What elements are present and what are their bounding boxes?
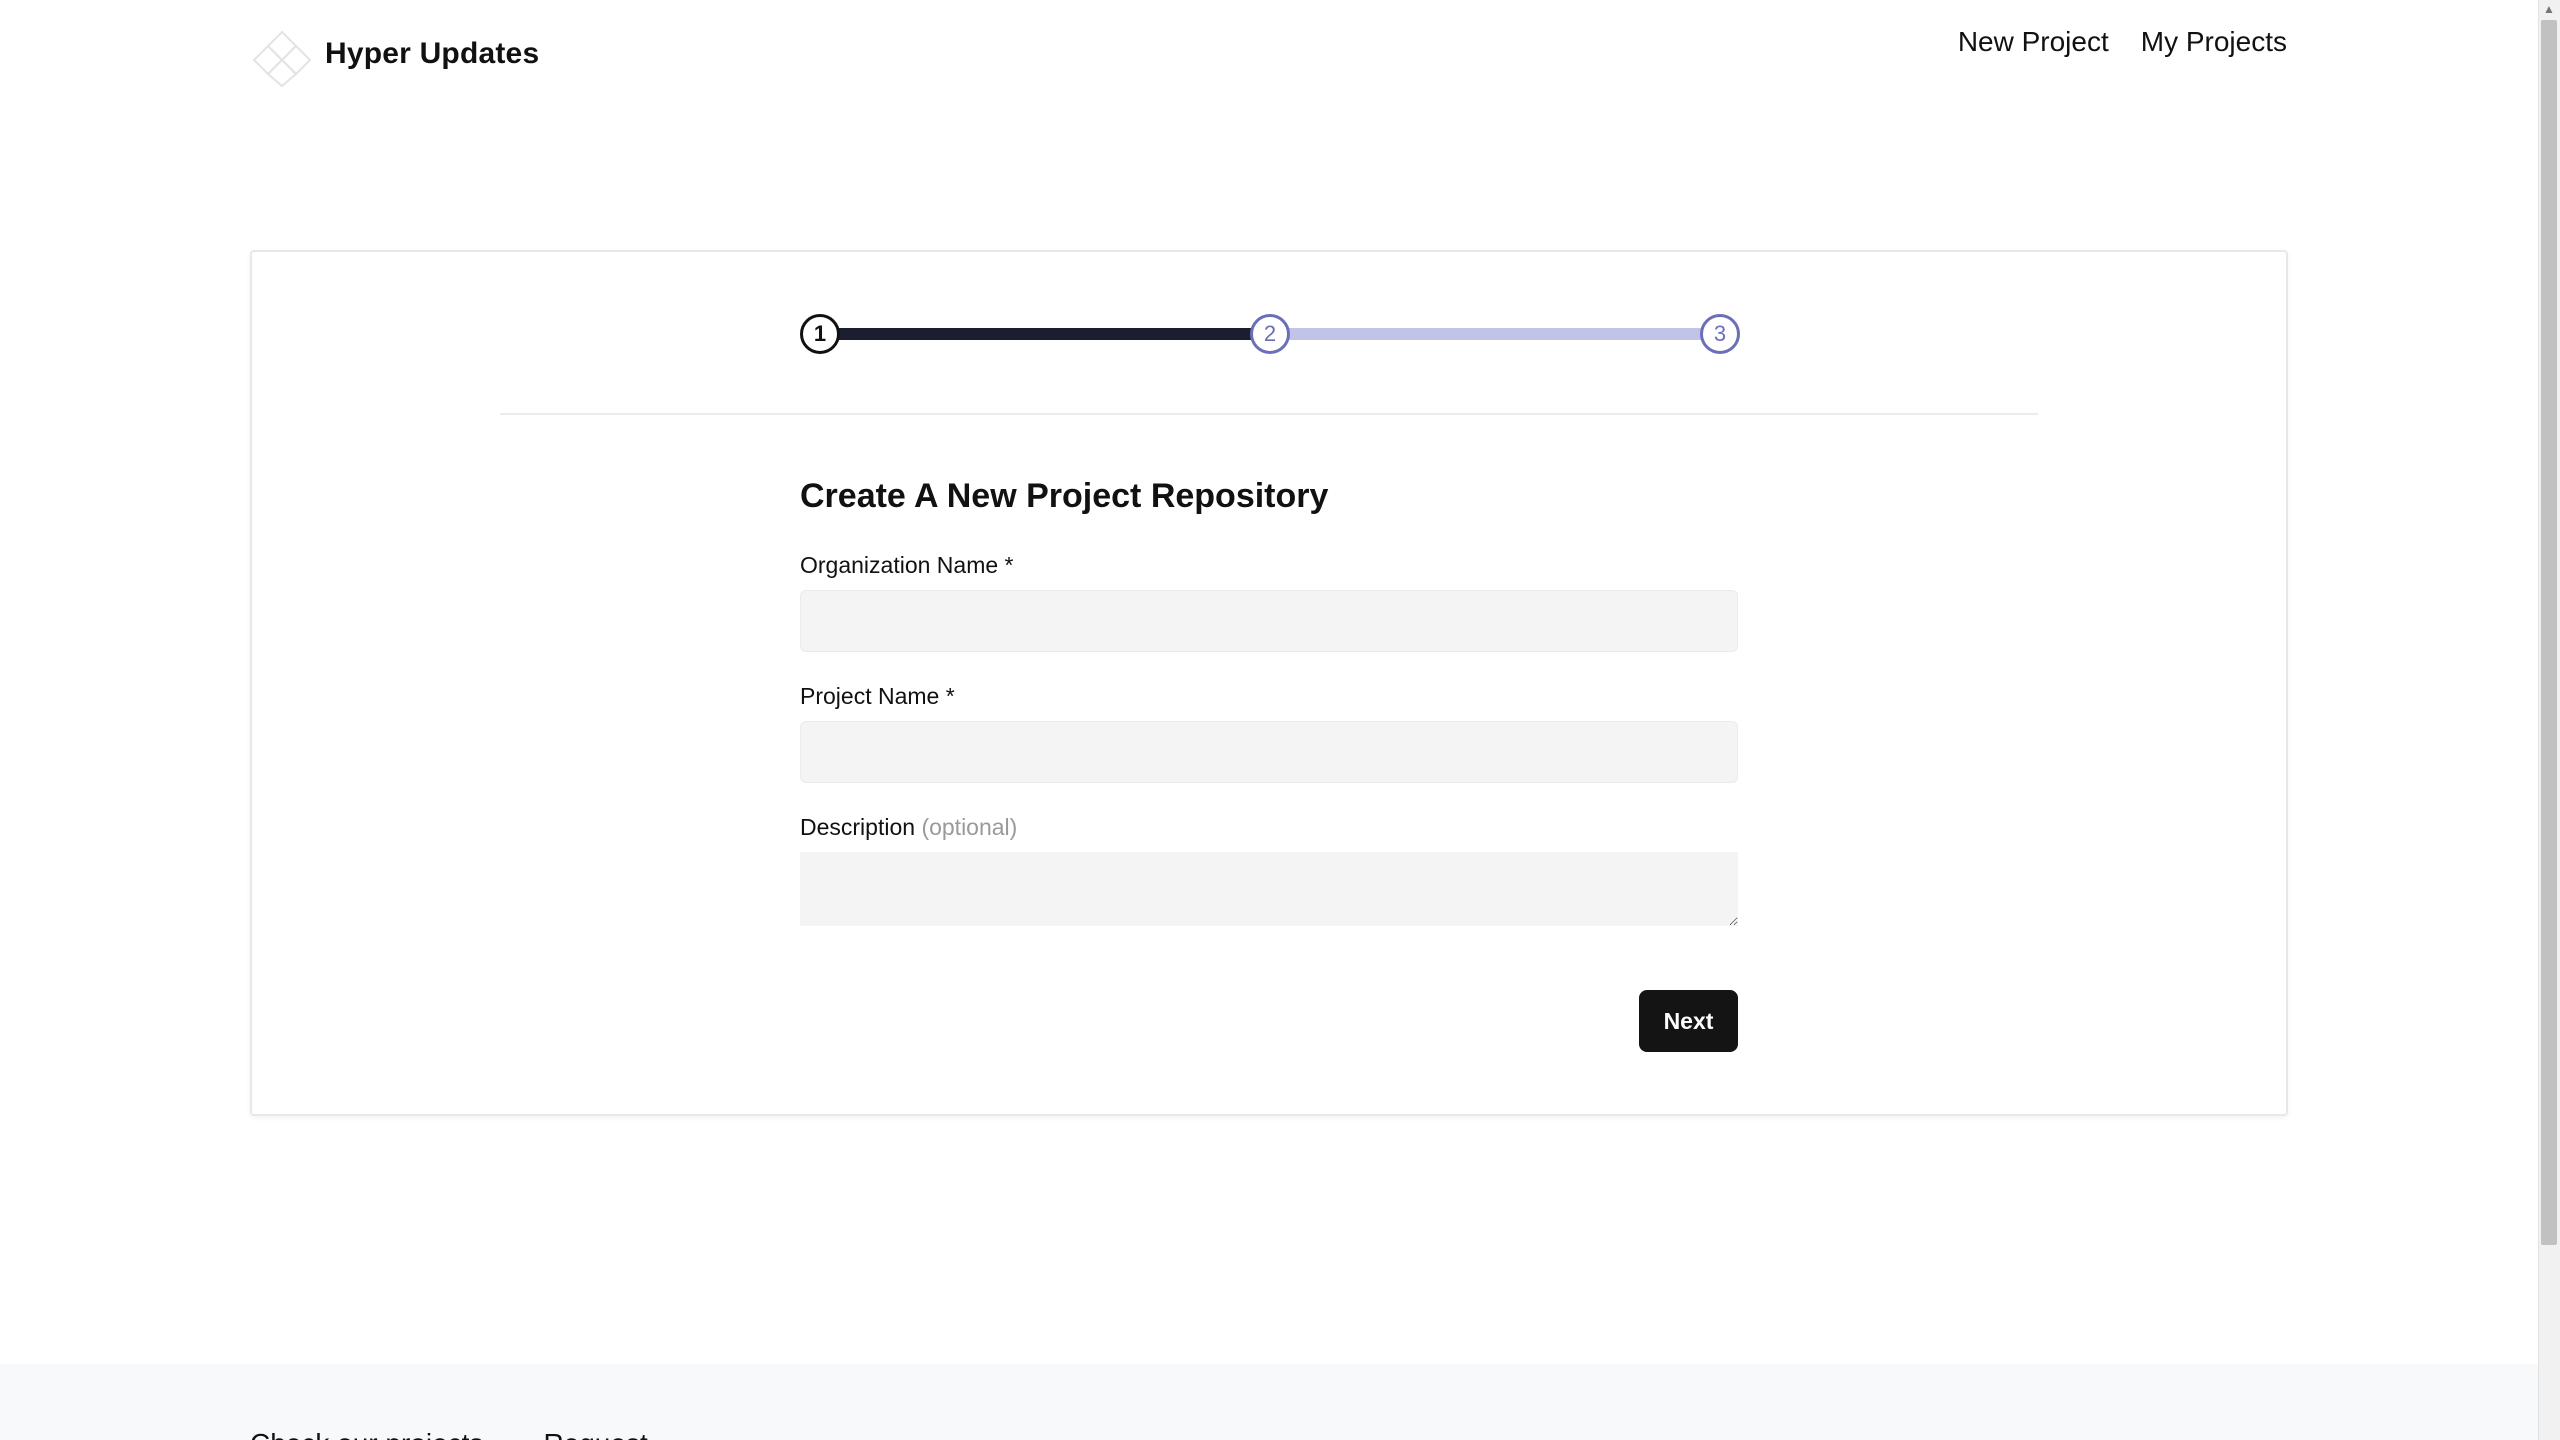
brand-name[interactable]: Hyper Updates <box>325 37 539 71</box>
top-nav: New Project My Projects <box>1958 26 2287 58</box>
page: Hyper Updates New Project My Projects 1 … <box>0 0 2560 1440</box>
page-scrollbar[interactable]: ▲ <box>2538 0 2560 1440</box>
step-1[interactable]: 1 <box>800 314 840 354</box>
optional-hint: (optional) <box>921 814 1018 840</box>
nav-new-project[interactable]: New Project <box>1958 26 2109 58</box>
form-card <box>250 250 2288 1116</box>
scroll-up-arrow-icon[interactable]: ▲ <box>2538 0 2560 18</box>
organization-name-input[interactable] <box>800 590 1738 652</box>
stepper-track-pending <box>1270 328 1720 340</box>
nav-my-projects[interactable]: My Projects <box>2141 26 2287 58</box>
brand-logo-icon[interactable] <box>250 28 314 88</box>
project-name-input[interactable] <box>800 721 1738 783</box>
step-2[interactable]: 2 <box>1250 314 1290 354</box>
description-label-text: Description <box>800 814 916 840</box>
stepper-track-completed <box>820 328 1270 340</box>
form-title: Create A New Project Repository <box>800 477 1329 515</box>
next-button[interactable]: Next <box>1639 990 1738 1052</box>
project-name-label: Project Name * <box>800 683 955 709</box>
footer-links: Check our projects Request <box>250 1428 648 1440</box>
footer-link-check-projects[interactable]: Check our projects <box>250 1428 483 1440</box>
description-textarea[interactable] <box>800 852 1738 926</box>
description-label: Description (optional) <box>800 814 1017 841</box>
step-3[interactable]: 3 <box>1700 314 1740 354</box>
organization-name-label: Organization Name * <box>800 552 1014 578</box>
progress-stepper: 1 2 3 <box>800 314 1740 354</box>
section-divider <box>500 413 2038 415</box>
footer-link-request[interactable]: Request <box>543 1428 647 1440</box>
scrollbar-thumb[interactable] <box>2541 20 2557 1245</box>
